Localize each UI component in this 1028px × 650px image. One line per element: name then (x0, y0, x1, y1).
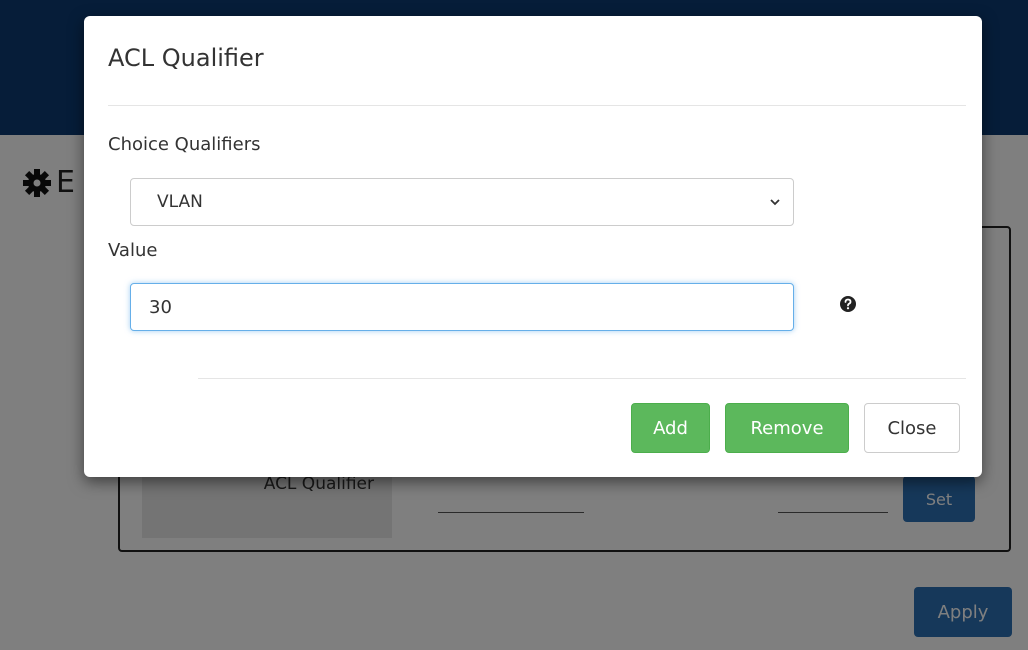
choice-qualifiers-select[interactable]: VLAN (130, 178, 794, 226)
value-input[interactable] (130, 283, 794, 331)
modal-footer-divider (198, 378, 966, 379)
value-label: Value (108, 240, 158, 261)
acl-qualifier-modal: ACL Qualifier Choice Qualifiers VLAN Val… (84, 16, 982, 477)
close-button[interactable]: Close (864, 403, 960, 453)
modal-title: ACL Qualifier (108, 44, 264, 72)
question-circle-icon[interactable] (839, 295, 857, 313)
add-button[interactable]: Add (631, 403, 710, 453)
choice-qualifiers-label: Choice Qualifiers (108, 134, 261, 155)
chevron-down-icon (770, 199, 780, 206)
choice-qualifiers-selected-value: VLAN (157, 192, 203, 212)
modal-header-divider (108, 105, 966, 106)
remove-button[interactable]: Remove (725, 403, 849, 453)
